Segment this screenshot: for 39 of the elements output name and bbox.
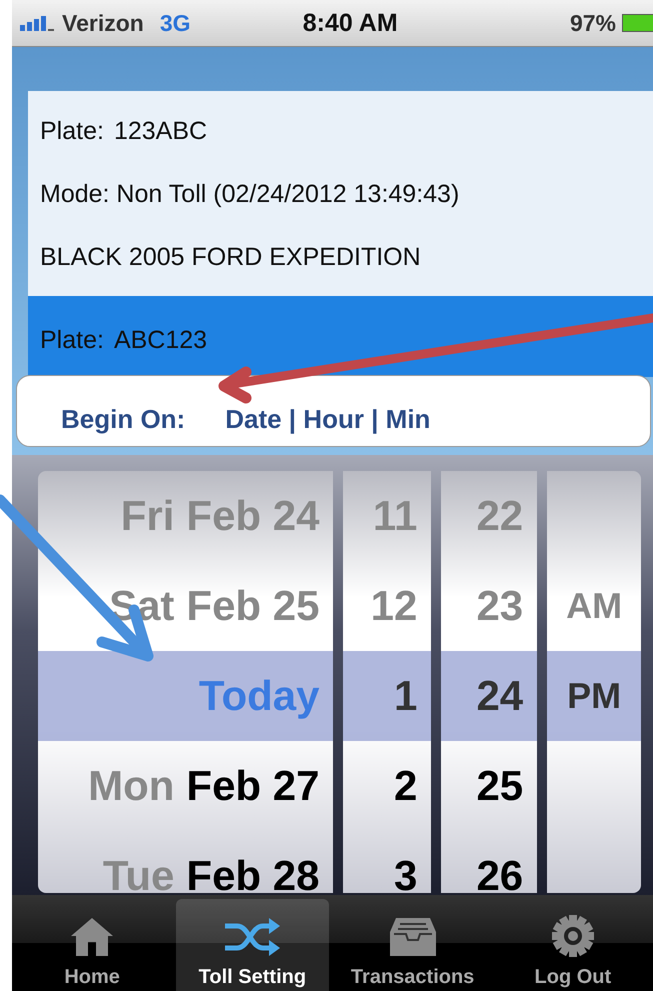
picker-option[interactable]: Tue Feb 28 xyxy=(38,831,334,893)
picker-option[interactable]: 25 xyxy=(441,741,538,831)
clock: 8:40 AM xyxy=(302,8,398,38)
battery-level: 97% xyxy=(570,10,616,36)
gear-icon xyxy=(550,914,595,958)
picker-option[interactable]: 12 xyxy=(343,561,432,651)
picker-option[interactable]: 26 xyxy=(441,831,538,893)
tray-icon xyxy=(388,916,438,958)
tab-bar-item[interactable]: Transactions xyxy=(336,899,489,991)
plate-label: Plate: xyxy=(40,117,104,146)
begin-on-label: Begin On: xyxy=(61,404,186,434)
carrier-name: Verizon xyxy=(62,10,144,36)
signal-icon xyxy=(20,15,56,31)
picker-option[interactable]: Mon Feb 27 xyxy=(38,741,334,831)
shuffle-icon xyxy=(223,916,282,958)
plate-number: 123ABC xyxy=(114,117,208,146)
picker-option[interactable]: 3 xyxy=(343,831,432,893)
picker-wheel[interactable]: AM PM xyxy=(547,471,641,893)
picker-option[interactable]: 2 xyxy=(343,741,432,831)
picker-option[interactable]: 24 xyxy=(441,651,538,741)
house-icon xyxy=(69,916,116,958)
picker-option[interactable]: AM xyxy=(547,561,641,651)
tab-bar-item[interactable]: Toll Setting xyxy=(176,899,328,991)
plate-label: Plate: xyxy=(40,326,104,355)
plate-number: ABC123 xyxy=(114,326,208,355)
tab-bar-item[interactable]: Home xyxy=(16,899,168,991)
picker-option[interactable]: 23 xyxy=(441,561,538,651)
mode-text: Mode: Non Toll (02/24/2012 13:49:43) xyxy=(40,180,460,209)
vehicle-row[interactable]: Plate: ABC123 xyxy=(28,296,653,377)
vehicle-row[interactable]: Plate: 123ABC Mode: Non Toll (02/24/2012 13:49:43) BLACK 2005 FORD EXPEDITION xyxy=(28,91,653,296)
vehicle-description: BLACK 2005 FORD EXPEDITION xyxy=(40,243,422,272)
battery-icon xyxy=(622,14,653,32)
network-type: 3G xyxy=(160,10,190,36)
picker-wheel[interactable]: 22 23 24 25 26 xyxy=(441,471,538,893)
picker-option[interactable]: 1 xyxy=(343,651,432,741)
picker-fields-label: Date | Hour | Min xyxy=(225,404,430,434)
picker-option[interactable]: PM xyxy=(547,651,641,741)
tab-bar-item[interactable]: Log Out xyxy=(496,899,649,991)
picker-wheel[interactable]: 11 12 1 2 3 xyxy=(343,471,432,893)
